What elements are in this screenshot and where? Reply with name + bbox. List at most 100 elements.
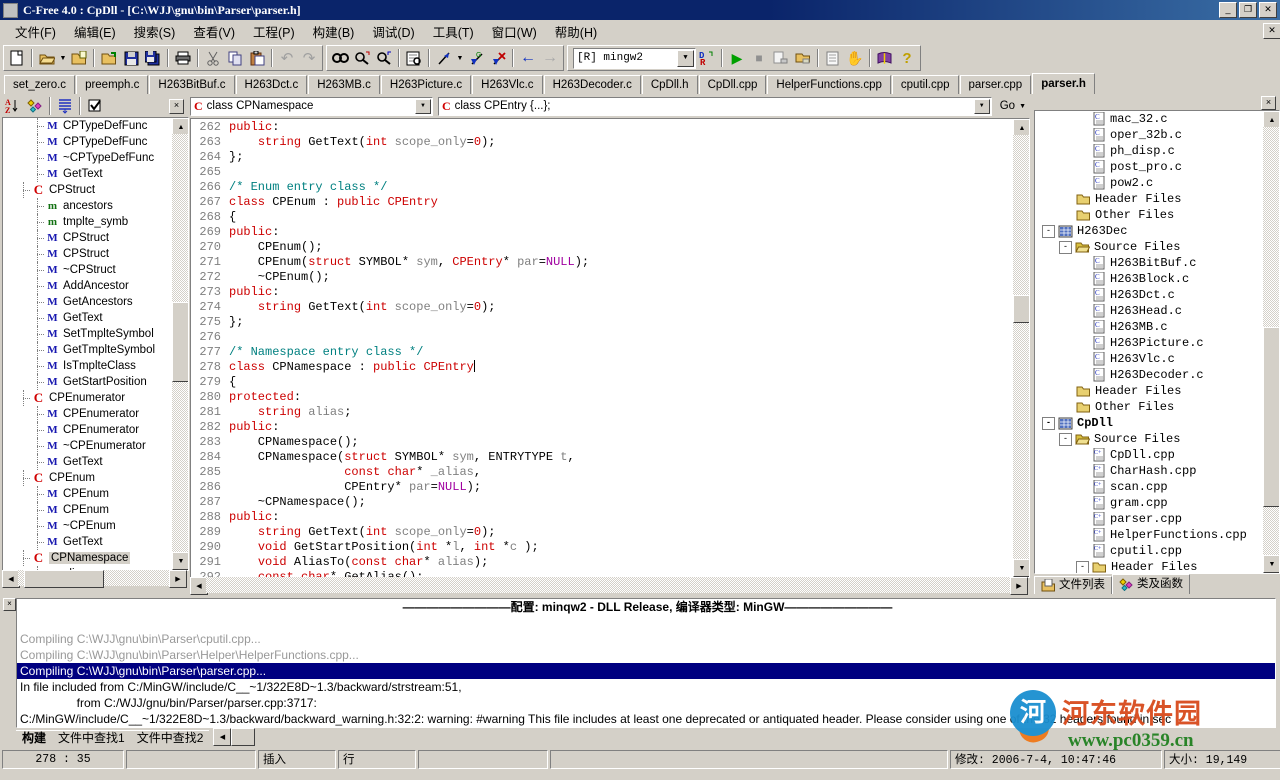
project-tree-item[interactable]: -Source Files <box>1035 431 1261 447</box>
menu-window[interactable]: 窗口(W) <box>483 20 546 43</box>
editor-hscrollbar[interactable]: ◀ ▶ <box>190 577 1028 593</box>
bookmark-dropdown-icon[interactable]: ▼ <box>455 48 465 69</box>
project-tree-vscrollbar[interactable]: ▲ ▼ <box>1263 111 1279 573</box>
symbol-tree-item[interactable]: MGetText <box>3 166 171 182</box>
menu-debug[interactable]: 调试(D) <box>363 20 423 43</box>
scroll-thumb[interactable] <box>172 302 189 382</box>
symbol-tree-item[interactable]: MCPEnum <box>3 502 171 518</box>
build-output[interactable]: —————————配置: minqw2 - DLL Release, 编译器类型… <box>16 598 1276 728</box>
symbol-tree-item[interactable]: MSetTmplteSymbol <box>3 326 171 342</box>
paste-icon[interactable] <box>246 48 268 69</box>
output-line[interactable]: from C:/WJJ/gnu/bin/Parser/parser.cpp:37… <box>17 695 1275 711</box>
tab-build[interactable]: 构建 <box>16 730 52 746</box>
find-prev-icon[interactable] <box>373 48 395 69</box>
hand-icon[interactable]: ✋ <box>844 48 866 69</box>
flat-list-icon[interactable] <box>54 97 76 116</box>
chevron-down-icon[interactable]: ▼ <box>974 99 990 114</box>
symbol-tree-item[interactable]: MCPTypeDefFunc <box>3 118 171 134</box>
editor-vscrollbar[interactable]: ▲ ▼ <box>1013 119 1029 577</box>
file-tab-active[interactable]: parser.h <box>1032 73 1095 94</box>
scroll-track[interactable] <box>1013 135 1029 561</box>
project-tree-item[interactable]: -Source Files <box>1035 239 1261 255</box>
file-tab[interactable]: HelperFunctions.cpp <box>767 75 890 94</box>
output-tab-scroll-left[interactable]: ◀ <box>213 728 231 746</box>
menu-view[interactable]: 查看(V) <box>184 20 244 43</box>
project-tree-item[interactable]: CH263Block.c <box>1035 271 1261 287</box>
menu-file[interactable]: 文件(F) <box>6 20 65 43</box>
symbol-tree-item[interactable]: M~CPEnum <box>3 518 171 534</box>
project-tree-item[interactable]: C+cputil.cpp <box>1035 543 1261 559</box>
menu-build[interactable]: 构建(B) <box>304 20 364 43</box>
sort-az-icon[interactable]: AZ <box>2 97 24 116</box>
chevron-down-icon[interactable]: ▼ <box>1019 103 1026 110</box>
tree-expander[interactable]: - <box>1042 417 1055 430</box>
scroll-thumb[interactable] <box>1263 327 1280 507</box>
project-tree-item[interactable]: CH263Head.c <box>1035 303 1261 319</box>
scroll-track[interactable] <box>206 577 1012 593</box>
symbol-tree-item[interactable]: MCPTypeDefFunc <box>3 134 171 150</box>
scroll-right-button[interactable]: ▶ <box>1010 577 1028 595</box>
tree-expander[interactable]: - <box>1059 433 1072 446</box>
symbol-tree-item[interactable]: MGetAncestors <box>3 294 171 310</box>
scroll-down-button[interactable]: ▼ <box>1263 555 1280 573</box>
run-icon[interactable]: ▶ <box>726 48 748 69</box>
symbol-tree-item[interactable]: CCPNamespace <box>3 550 171 566</box>
symbol-tree-item[interactable]: mancestors <box>3 198 171 214</box>
scroll-thumb[interactable] <box>1013 295 1030 323</box>
scroll-thumb[interactable] <box>24 570 104 588</box>
menu-search[interactable]: 搜索(S) <box>125 20 185 43</box>
filter-icon[interactable] <box>84 97 106 116</box>
chevron-down-icon[interactable]: ▼ <box>415 99 431 114</box>
symbol-tree-item[interactable]: MCPStruct <box>3 246 171 262</box>
symbol-tree-item[interactable]: MCPEnumerator <box>3 422 171 438</box>
output-tab-scroll-right[interactable] <box>231 728 255 746</box>
project-tree[interactable]: Cmac_32.cCoper_32b.cCph_disp.cCpost_pro.… <box>1034 110 1280 574</box>
build-icon[interactable]: DR <box>696 48 718 69</box>
help-icon[interactable]: ? <box>896 48 918 69</box>
tree-expander[interactable]: - <box>1059 241 1072 254</box>
copy-icon[interactable] <box>224 48 246 69</box>
symbol-tree-item[interactable]: MGetText <box>3 454 171 470</box>
code-editor[interactable]: 262public:263 string GetText(int scope_o… <box>190 118 1030 578</box>
symbol-tree-item[interactable]: MGetText <box>3 310 171 326</box>
scroll-track[interactable] <box>1263 127 1279 557</box>
output-line[interactable]: Compiling C:\WJJ\gnu\bin\Parser\parser.c… <box>17 663 1275 679</box>
project-tree-item[interactable]: CH263BitBuf.c <box>1035 255 1261 271</box>
project-tree-item[interactable]: Header Files <box>1035 383 1261 399</box>
project-tree-item[interactable]: Coper_32b.c <box>1035 127 1261 143</box>
mdi-close-button[interactable]: ✕ <box>1263 23 1280 39</box>
add-file-icon[interactable] <box>98 48 120 69</box>
output-line[interactable] <box>17 615 1275 631</box>
project-tree-item[interactable]: CH263Picture.c <box>1035 335 1261 351</box>
save-all-icon[interactable] <box>142 48 164 69</box>
close-button[interactable]: ✕ <box>1259 2 1277 18</box>
symbol-tree-item[interactable]: MCPEnumerator <box>3 406 171 422</box>
project-tree-item[interactable]: Other Files <box>1035 399 1261 415</box>
output-panel-close-button[interactable]: × <box>3 598 16 611</box>
open-file-icon[interactable] <box>36 48 58 69</box>
build-config-combo[interactable]: [R] mingw2 ▼ <box>573 48 696 69</box>
scroll-right-button[interactable]: ▶ <box>169 570 187 588</box>
file-tab[interactable]: CpDll.cpp <box>699 75 767 94</box>
build-all-icon[interactable] <box>792 48 814 69</box>
project-tree-item[interactable]: CH263Decoder.c <box>1035 367 1261 383</box>
file-tab[interactable]: H263Vlc.c <box>472 75 542 94</box>
symbol-tree-item[interactable]: MCPStruct <box>3 230 171 246</box>
symbol-tree-item[interactable]: MGetTmplteSymbol <box>3 342 171 358</box>
menu-help[interactable]: 帮助(H) <box>546 20 606 43</box>
tree-expander[interactable]: - <box>1042 225 1055 238</box>
cut-icon[interactable] <box>202 48 224 69</box>
file-tab[interactable]: preemph.c <box>76 75 148 94</box>
file-tab[interactable]: CpDll.h <box>642 75 698 94</box>
print-icon[interactable] <box>172 48 194 69</box>
project-tree-item[interactable]: CH263Dct.c <box>1035 287 1261 303</box>
symbol-tree-item[interactable]: MGetText <box>3 534 171 550</box>
scroll-down-button[interactable]: ▼ <box>1013 559 1030 577</box>
menu-tools[interactable]: 工具(T) <box>424 20 483 43</box>
file-tab[interactable]: H263MB.c <box>308 75 380 94</box>
find-in-files-icon[interactable] <box>403 48 425 69</box>
maximize-button[interactable]: ❐ <box>1239 2 1257 18</box>
project-panel-close-button[interactable]: × <box>1261 96 1276 110</box>
symbol-tree-item[interactable]: M~CPTypeDefFunc <box>3 150 171 166</box>
file-tab[interactable]: H263Dct.c <box>236 75 308 94</box>
